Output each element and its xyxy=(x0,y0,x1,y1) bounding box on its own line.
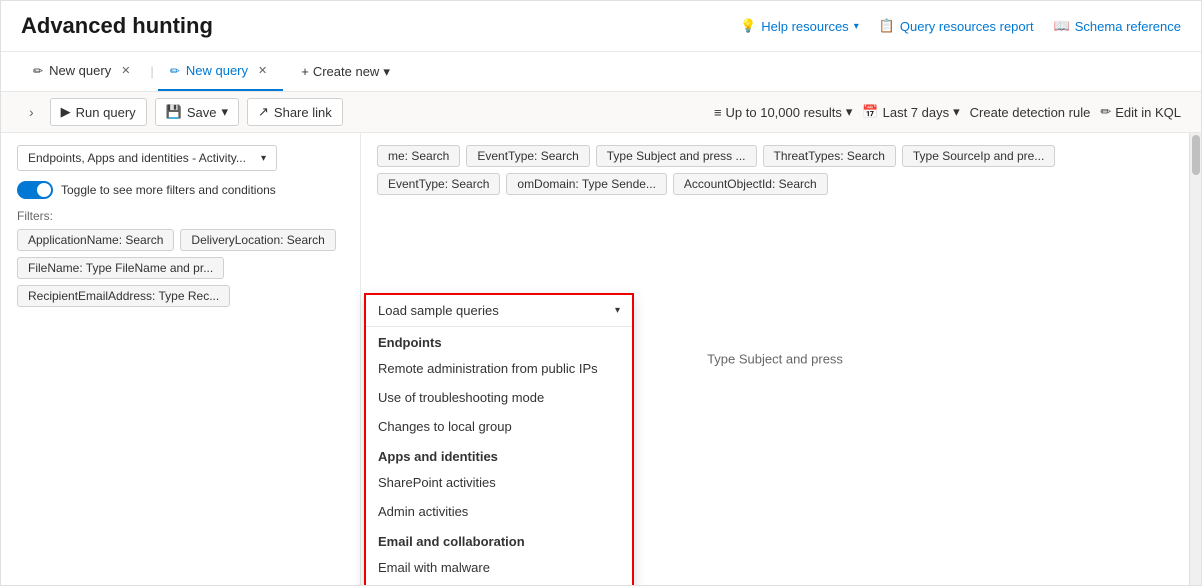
kql-icon: ✏ xyxy=(1100,104,1111,120)
save-icon: 💾 xyxy=(166,104,182,120)
dropdown-item-local-group[interactable]: Changes to local group xyxy=(366,412,632,441)
dropdown-item-sharepoint[interactable]: SharePoint activities xyxy=(366,468,632,497)
dropdown-header: Load sample queries ▾ xyxy=(366,295,632,327)
help-icon: 💡 xyxy=(740,18,756,34)
dropdown-item-troubleshooting[interactable]: Use of troubleshooting mode xyxy=(366,383,632,412)
help-chevron-icon: ▾ xyxy=(854,21,859,32)
tab-bar: ✏ New query ✕ | ✏ New query ✕ + Create n… xyxy=(1,52,1201,92)
tab-separator: | xyxy=(146,64,157,79)
dropdown-item-admin-activities[interactable]: Admin activities xyxy=(366,497,632,526)
results-chevron-icon: ▾ xyxy=(846,104,853,120)
query-resources-icon: 📋 xyxy=(879,18,895,34)
dropdown-item-email-phishing[interactable]: Email with phishing xyxy=(366,582,632,585)
results-limit-selector[interactable]: ≡ Up to 10,000 results ▾ xyxy=(714,104,852,120)
help-resources-button[interactable]: 💡 Help resources ▾ xyxy=(740,18,859,34)
left-panel: Endpoints, Apps and identities - Activit… xyxy=(1,133,361,585)
filter-chip-filename[interactable]: FileName: Type FileName and pr... xyxy=(17,257,224,279)
run-icon: ▶ xyxy=(61,104,71,120)
page-title: Advanced hunting xyxy=(21,13,213,39)
save-chevron-icon: ▾ xyxy=(221,104,228,120)
filters-section: Filters: ApplicationName: Search Deliver… xyxy=(17,209,344,307)
tab2-close-button[interactable]: ✕ xyxy=(254,62,271,79)
schema-icon: 📖 xyxy=(1054,18,1070,34)
right-filter-chip-3[interactable]: ThreatTypes: Search xyxy=(763,145,896,167)
sidebar-toggle-button[interactable]: › xyxy=(21,100,42,124)
schema-reference-button[interactable]: 📖 Schema reference xyxy=(1054,18,1181,34)
header-actions: 💡 Help resources ▾ 📋 Query resources rep… xyxy=(740,18,1181,34)
share-link-button[interactable]: ↗ Share link xyxy=(247,98,343,126)
right-filter-chip-6[interactable]: omDomain: Type Sende... xyxy=(506,173,667,195)
query-resources-button[interactable]: 📋 Query resources report xyxy=(879,18,1034,34)
toolbar: › ▶ Run query 💾 Save ▾ ↗ Share link ≡ Up… xyxy=(1,92,1201,133)
create-new-button[interactable]: + Create new ▾ xyxy=(291,58,400,86)
edit-in-kql-button[interactable]: ✏ Edit in KQL xyxy=(1100,104,1181,120)
dropdown-chevron-icon[interactable]: ▾ xyxy=(615,305,620,316)
tab1-icon: ✏ xyxy=(33,64,43,78)
scope-dropdown[interactable]: Endpoints, Apps and identities - Activit… xyxy=(17,145,277,171)
plus-icon: + xyxy=(301,64,309,79)
results-icon: ≡ xyxy=(714,105,722,120)
date-chevron-icon: ▾ xyxy=(953,104,960,120)
dropdown-section-apps: Apps and identities xyxy=(366,441,632,468)
main-content: Endpoints, Apps and identities - Activit… xyxy=(1,133,1201,585)
tab-new-query-2[interactable]: ✏ New query ✕ xyxy=(158,52,283,91)
filters-toggle[interactable] xyxy=(17,181,53,199)
filter-chip-delivery[interactable]: DeliveryLocation: Search xyxy=(180,229,335,251)
right-filters: me: Search EventType: Search Type Subjec… xyxy=(377,145,1173,203)
load-sample-queries-dropdown: Load sample queries ▾ Endpoints Remote a… xyxy=(364,293,634,585)
tab-new-query-1[interactable]: ✏ New query ✕ xyxy=(21,52,146,91)
query-hint: Type Subject and press xyxy=(707,352,843,367)
tab1-close-button[interactable]: ✕ xyxy=(117,62,134,79)
scope-chevron-icon: ▾ xyxy=(261,153,266,164)
tab2-icon: ✏ xyxy=(170,64,180,78)
filter-chip-appname[interactable]: ApplicationName: Search xyxy=(17,229,174,251)
toggle-knob xyxy=(37,183,51,197)
toggle-row: Toggle to see more filters and condition… xyxy=(17,181,344,199)
save-button[interactable]: 💾 Save ▾ xyxy=(155,98,239,126)
dropdown-section-endpoints: Endpoints xyxy=(366,327,632,354)
scope-selector: Endpoints, Apps and identities - Activit… xyxy=(17,145,344,171)
filter-chips: ApplicationName: Search DeliveryLocation… xyxy=(17,229,344,307)
dropdown-item-email-malware[interactable]: Email with malware xyxy=(366,553,632,582)
create-detection-rule-button[interactable]: Create detection rule xyxy=(970,105,1091,120)
calendar-icon: 📅 xyxy=(862,104,878,120)
app-header: Advanced hunting 💡 Help resources ▾ 📋 Qu… xyxy=(1,1,1201,52)
date-range-selector[interactable]: 📅 Last 7 days ▾ xyxy=(862,104,959,120)
scrollbar[interactable] xyxy=(1189,133,1201,585)
right-filter-chip-7[interactable]: AccountObjectId: Search xyxy=(673,173,828,195)
right-filter-chip-1[interactable]: EventType: Search xyxy=(466,145,589,167)
run-query-button[interactable]: ▶ Run query xyxy=(50,98,147,126)
right-filter-chip-0[interactable]: me: Search xyxy=(377,145,460,167)
toolbar-right: ≡ Up to 10,000 results ▾ 📅 Last 7 days ▾… xyxy=(714,104,1181,120)
right-filter-chip-5[interactable]: EventType: Search xyxy=(377,173,500,195)
filter-chip-recipient[interactable]: RecipientEmailAddress: Type Rec... xyxy=(17,285,230,307)
dropdown-section-email: Email and collaboration xyxy=(366,526,632,553)
right-filter-chip-4[interactable]: Type SourceIp and pre... xyxy=(902,145,1055,167)
dropdown-item-remote-admin[interactable]: Remote administration from public IPs xyxy=(366,354,632,383)
scrollbar-thumb[interactable] xyxy=(1192,135,1200,175)
share-icon: ↗ xyxy=(258,104,269,120)
create-new-chevron-icon: ▾ xyxy=(383,64,390,80)
right-filter-chip-2[interactable]: Type Subject and press ... xyxy=(596,145,757,167)
